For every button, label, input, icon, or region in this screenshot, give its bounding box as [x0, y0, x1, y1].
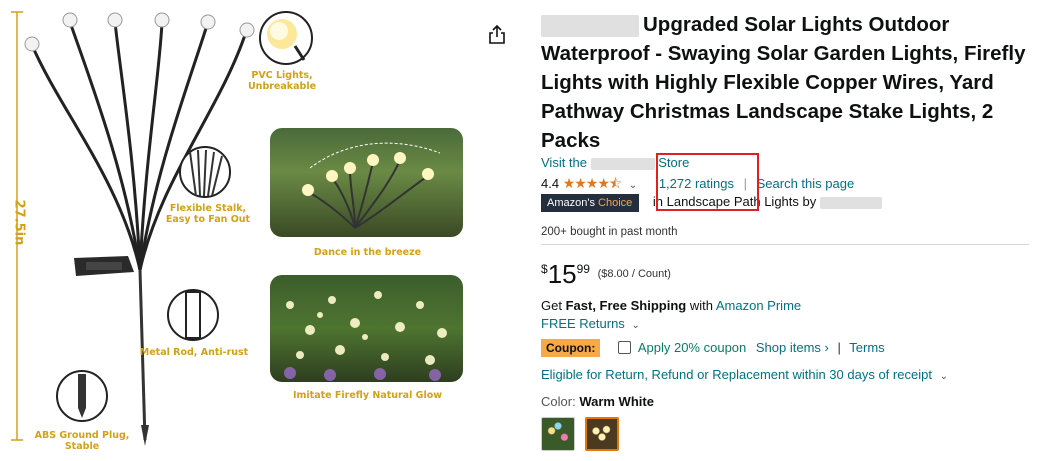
- choice-word: Choice: [598, 197, 633, 209]
- dance-photo: [270, 128, 463, 237]
- redacted-brand: [541, 14, 639, 37]
- rod-label: Metal Rod, Anti-rust: [139, 347, 249, 358]
- firefly-photo: [270, 275, 463, 382]
- color-swatches: [541, 417, 625, 451]
- coupon-checkbox[interactable]: [617, 341, 631, 354]
- store-prefix: Visit the: [541, 155, 588, 170]
- star-rating-icon[interactable]: ★★★★⯪: [563, 175, 622, 191]
- chevron-down-icon: ⌄: [631, 320, 640, 331]
- color-selection: Color: Warm White: [541, 394, 654, 409]
- shop-items-link[interactable]: Shop items ›: [756, 340, 829, 355]
- choice-amazons-text: Amazon's: [547, 197, 595, 209]
- product-title: Upgraded Solar Lights Outdoor Waterproof…: [541, 10, 1041, 155]
- stalk-label: Flexible Stalk, Easy to Fan Out: [165, 203, 251, 225]
- divider: [541, 244, 1029, 245]
- firefly-caption: Imitate Firefly Natural Glow: [292, 390, 443, 401]
- shipping-with: with: [689, 298, 713, 313]
- color-label: Color:: [541, 394, 576, 409]
- redacted-store: [590, 157, 655, 170]
- pvc-label: PVC Lights, Unbreakable: [247, 70, 317, 92]
- bought-count: 200+ bought in past month: [541, 226, 678, 238]
- shipping-fast: Fast, Free Shipping: [565, 298, 687, 313]
- coupon-text[interactable]: Apply 20% coupon: [638, 340, 746, 355]
- return-policy-text: Eligible for Return, Refund or Replaceme…: [541, 367, 932, 382]
- share-icon[interactable]: [486, 24, 508, 46]
- highlight-box: [656, 153, 759, 211]
- price-whole: 15: [547, 259, 577, 289]
- terms-link[interactable]: Terms: [849, 340, 884, 355]
- search-page-link[interactable]: Search this page: [757, 176, 855, 191]
- chevron-down-icon[interactable]: ⌄: [629, 180, 637, 191]
- swatch-multicolor[interactable]: [541, 417, 575, 451]
- return-policy-link[interactable]: Eligible for Return, Refund or Replaceme…: [541, 367, 948, 382]
- swatch-warm-white[interactable]: [585, 417, 620, 451]
- chevron-down-icon: ⌄: [939, 371, 948, 382]
- height-label: 27.5in: [11, 199, 27, 246]
- coupon-badge: Coupon:: [541, 339, 601, 357]
- free-returns-link[interactable]: FREE Returns ⌄: [541, 316, 640, 331]
- shipping-info: Get Fast, Free Shipping with Amazon Prim…: [541, 298, 801, 313]
- coupon-row: Coupon: Apply 20% coupon Shop items › | …: [541, 339, 885, 357]
- product-image[interactable]: 27.5in PVC Lights, Unbreakable Flexible …: [0, 0, 480, 461]
- separator: |: [837, 340, 841, 355]
- price: $1599 ($8.00 / Count): [541, 259, 671, 290]
- prime-link[interactable]: Amazon Prime: [716, 298, 801, 313]
- price-symbol: $: [541, 262, 548, 276]
- price-per-count: ($8.00 / Count): [597, 268, 671, 280]
- shipping-get: Get: [541, 298, 562, 313]
- rating-value: 4.4: [541, 176, 560, 191]
- amazons-choice-badge: Amazon's Choice: [541, 194, 640, 212]
- redacted-brand-2: [819, 196, 882, 209]
- free-returns-text: FREE Returns: [541, 316, 625, 331]
- dance-caption: Dance in the breeze: [313, 247, 422, 258]
- price-fraction: 99: [576, 262, 590, 276]
- plug-label: ABS Ground Plug, Stable: [34, 430, 130, 452]
- color-value: Warm White: [579, 394, 654, 409]
